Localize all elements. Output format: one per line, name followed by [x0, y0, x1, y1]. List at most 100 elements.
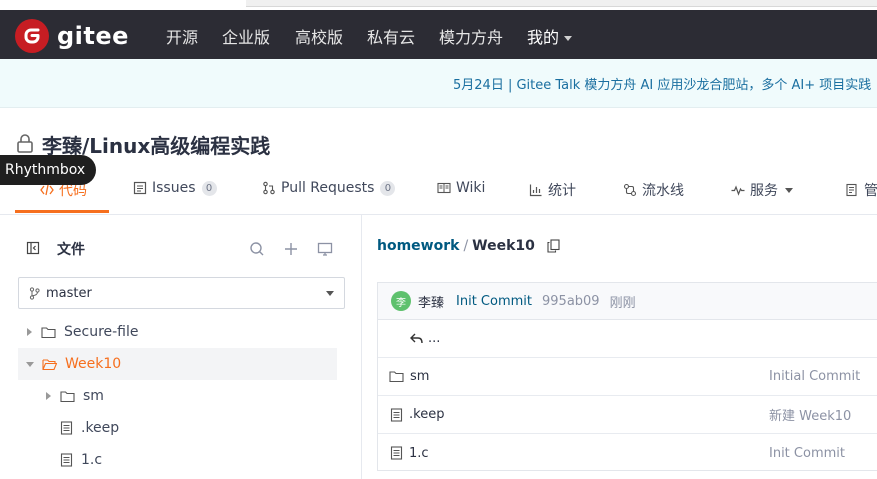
browser-strip: [0, 0, 877, 10]
tab-issues-label: Issues: [152, 180, 196, 196]
chevron-down-icon: [26, 361, 34, 367]
browser-address-bar: [246, 0, 877, 7]
pull-requests-count-badge: 0: [380, 180, 396, 196]
back-arrow-icon: [410, 333, 424, 345]
pull-request-icon: [262, 181, 276, 195]
tab-manage-label: 管: [864, 183, 877, 199]
folder-icon: [60, 390, 75, 403]
file-tree-panel: 文件 master Secure-file Week10 sm .keep 1.…: [0, 215, 362, 479]
nav-item-ai-ark[interactable]: 模力方舟: [439, 24, 503, 48]
tab-statistics[interactable]: 统计: [529, 180, 576, 200]
tab-pipeline[interactable]: 流水线: [623, 180, 684, 200]
issues-icon: [133, 181, 147, 195]
settings-doc-icon: [845, 183, 859, 197]
breadcrumb-current: Week10: [472, 238, 535, 254]
chevron-down-icon: [326, 291, 334, 296]
tree-item-week10[interactable]: Week10: [18, 348, 337, 380]
file-tree-tools: [249, 241, 333, 261]
branch-name: master: [46, 285, 92, 301]
table-row[interactable]: sm Initial Commit: [378, 358, 877, 396]
parent-directory-label: ...: [428, 331, 441, 346]
nav-me-label: 我的: [527, 28, 560, 47]
file-tree-title: 文件: [57, 242, 85, 258]
tree-item-secure-file[interactable]: Secure-file: [18, 316, 337, 348]
commit-hash[interactable]: 995ab09: [542, 294, 600, 309]
tree-item-label: .keep: [81, 420, 120, 436]
folder-icon: [389, 370, 404, 383]
latest-commit-bar: 李 李臻 Init Commit 995ab09 刚刚: [377, 282, 877, 319]
tab-pull-requests[interactable]: Pull Requests 0: [262, 180, 396, 196]
avatar[interactable]: 李: [391, 291, 411, 311]
chevron-right-icon: [27, 328, 32, 336]
tree-item-label: Week10: [65, 356, 122, 372]
branch-select[interactable]: master: [18, 277, 345, 309]
tab-pull-requests-label: Pull Requests: [281, 180, 375, 196]
breadcrumb-separator: /: [463, 238, 469, 254]
pulse-icon: [731, 183, 745, 197]
tab-issues[interactable]: Issues 0: [133, 180, 217, 196]
chevron-down-icon: [785, 187, 793, 193]
tab-services[interactable]: 服务: [731, 180, 793, 200]
tab-wiki[interactable]: Wiki: [437, 180, 485, 196]
file-icon: [60, 421, 73, 435]
search-icon[interactable]: [249, 241, 265, 261]
bar-chart-icon: [529, 183, 543, 197]
parent-directory-row[interactable]: ...: [378, 320, 877, 358]
tree-item-sm[interactable]: sm: [18, 380, 337, 412]
plus-icon[interactable]: [283, 241, 299, 261]
repo-header: 李臻/Linux高级编程实践 代码 Issues 0 Pull Requests…: [0, 108, 877, 215]
breadcrumb-root[interactable]: homework: [377, 238, 459, 254]
tree-item-label: 1.c: [81, 452, 103, 468]
top-nav: gitee 开源 企业版 高校版 私有云 模力方舟 我的: [0, 10, 877, 59]
nav-item-me[interactable]: 我的: [527, 24, 573, 48]
nav-item-education[interactable]: 高校版: [295, 24, 343, 48]
file-commit-message[interactable]: 新建 Week10: [769, 405, 851, 424]
tree-item-1c[interactable]: 1.c: [18, 444, 337, 476]
issues-count-badge: 0: [201, 180, 217, 196]
book-icon: [437, 181, 451, 195]
tree-item-label: Secure-file: [64, 324, 139, 340]
monitor-icon[interactable]: [317, 241, 333, 261]
brand-name: gitee: [57, 22, 129, 50]
tab-services-label: 服务: [750, 183, 778, 199]
table-row[interactable]: .keep 新建 Week10: [378, 396, 877, 434]
file-icon: [390, 446, 403, 460]
file-commit-message[interactable]: Init Commit: [769, 446, 845, 461]
nav-item-open-source[interactable]: 开源: [166, 24, 198, 48]
gitee-logo-icon: [15, 19, 49, 53]
tab-pipeline-label: 流水线: [642, 183, 684, 199]
tab-manage[interactable]: 管: [845, 180, 877, 200]
tree-item-label: sm: [83, 388, 104, 404]
commit-author[interactable]: 李臻: [418, 292, 444, 311]
file-list: ... sm Initial Commit .keep 新建 Week10 1.…: [377, 319, 877, 471]
active-tab-indicator: [15, 210, 109, 213]
file-tree-header: 文件: [26, 239, 85, 259]
file-commit-message[interactable]: Initial Commit: [769, 369, 860, 384]
commit-message[interactable]: Init Commit: [456, 294, 532, 309]
nav-item-enterprise[interactable]: 企业版: [222, 24, 270, 48]
tooltip: Rhythmbox: [0, 155, 97, 185]
chevron-down-icon: [564, 36, 573, 41]
file-name[interactable]: .keep: [409, 407, 444, 422]
banner-text[interactable]: 5月24日 | Gitee Talk 模力方舟 AI 应用沙龙合肥站，多个 AI…: [453, 74, 871, 93]
collapse-panel-icon[interactable]: [26, 240, 40, 259]
breadcrumb: homework / Week10: [377, 238, 560, 254]
folder-icon: [41, 326, 56, 339]
file-icon: [390, 407, 403, 422]
table-row[interactable]: 1.c Init Commit: [378, 434, 877, 472]
tab-wiki-label: Wiki: [456, 180, 486, 196]
announcement-banner[interactable]: 5月24日 | Gitee Talk 模力方舟 AI 应用沙龙合肥站，多个 AI…: [0, 59, 877, 108]
code-icon: [40, 183, 54, 197]
lock-icon: [15, 133, 35, 157]
commit-time: 刚刚: [609, 295, 636, 311]
nav-item-private-cloud[interactable]: 私有云: [367, 24, 415, 48]
file-name[interactable]: sm: [410, 369, 429, 384]
copy-icon[interactable]: [547, 239, 560, 253]
folder-open-icon: [42, 358, 57, 371]
gitee-logo[interactable]: gitee: [15, 19, 129, 53]
tree-item-keep[interactable]: .keep: [18, 412, 337, 444]
directory-view: homework / Week10 李 李臻 Init Commit 995ab…: [363, 215, 877, 479]
branch-icon: [29, 286, 40, 300]
tab-statistics-label: 统计: [548, 183, 576, 199]
file-name[interactable]: 1.c: [409, 446, 429, 461]
